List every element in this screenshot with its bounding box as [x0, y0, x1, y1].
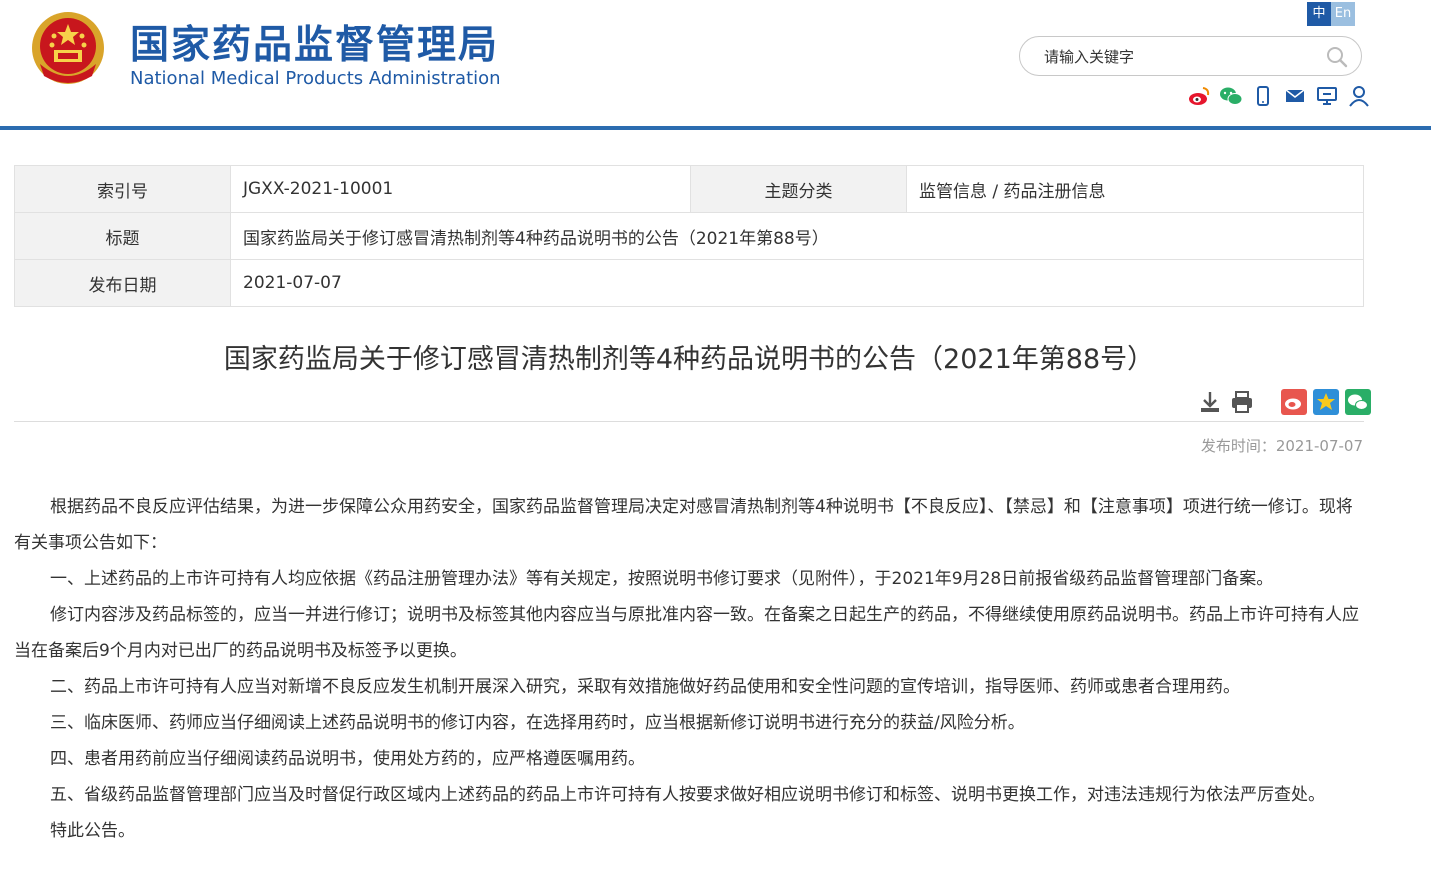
article-meta-table: 索引号 JGXX-2021-10001 主题分类 监管信息 / 药品注册信息 标… — [14, 165, 1364, 307]
language-switch: 中 En — [1307, 2, 1355, 26]
monitor-icon[interactable] — [1315, 84, 1339, 108]
search-input[interactable] — [1042, 45, 1326, 69]
weibo-icon[interactable] — [1187, 84, 1211, 108]
paragraph: 三、临床医师、药师应当仔细阅读上述药品说明书的修订内容，在选择用药时，应当根据新… — [50, 713, 1025, 733]
paragraph: 四、患者用药前应当仔细阅读药品说明书，使用处方药的，应严格遵医嘱用药。 — [50, 749, 645, 769]
site-name-cn[interactable]: 国家药品监督管理局 — [130, 14, 499, 70]
lang-en-button[interactable]: En — [1331, 2, 1355, 26]
share-qzone-icon[interactable] — [1313, 389, 1339, 415]
paragraph: 修订内容涉及药品标签的，应当一并进行修订；说明书及标签其他内容应当与原批准内容一… — [14, 605, 1359, 661]
site-name-en[interactable]: National Medical Products Administration — [130, 68, 501, 89]
wechat-icon[interactable] — [1219, 84, 1243, 108]
search-box — [1019, 36, 1362, 76]
paragraph: 一、上述药品的上市许可持有人均应依据《药品注册管理办法》等有关规定，按照说明书修… — [50, 569, 1274, 589]
title-divider — [14, 421, 1364, 422]
article-toolbar — [1197, 389, 1377, 415]
publish-time: 发布时间：2021-07-07 — [1200, 437, 1363, 455]
title-label: 标题 — [14, 212, 231, 260]
category-value: 监管信息 / 药品注册信息 — [906, 165, 1364, 213]
article-body: 根据药品不良反应评估结果，为进一步保障公众用药安全，国家药品监督管理局决定对感冒… — [14, 489, 1364, 849]
mobile-icon[interactable] — [1251, 84, 1275, 108]
site-header: 国家药品监督管理局 National Medical Products Admi… — [0, 0, 1431, 126]
share-weibo-icon[interactable] — [1281, 389, 1307, 415]
user-icon[interactable] — [1347, 84, 1371, 108]
paragraph: 二、药品上市许可持有人应当对新增不良反应发生机制开展深入研究，采取有效措施做好药… — [50, 677, 1240, 697]
search-icon[interactable] — [1325, 45, 1349, 69]
national-emblem-icon[interactable] — [30, 10, 106, 86]
paragraph: 五、省级药品监督管理部门应当及时督促行政区域内上述药品的药品上市许可持有人按要求… — [50, 785, 1325, 805]
download-icon[interactable] — [1197, 389, 1223, 415]
mail-icon[interactable] — [1283, 84, 1307, 108]
header-divider — [0, 126, 1431, 130]
date-value: 2021-07-07 — [230, 259, 1364, 307]
print-icon[interactable] — [1229, 389, 1255, 415]
article-title: 国家药监局关于修订感冒清热制剂等4种药品说明书的公告（2021年第88号） — [223, 344, 1155, 375]
lang-zh-button[interactable]: 中 — [1307, 2, 1331, 26]
category-label: 主题分类 — [690, 165, 907, 213]
share-wechat-icon[interactable] — [1345, 389, 1371, 415]
paragraph: 特此公告。 — [50, 821, 135, 841]
date-label: 发布日期 — [14, 259, 231, 307]
social-links — [1187, 84, 1371, 108]
title-value: 国家药监局关于修订感冒清热制剂等4种药品说明书的公告（2021年第88号） — [230, 212, 1364, 260]
paragraph: 根据药品不良反应评估结果，为进一步保障公众用药安全，国家药品监督管理局决定对感冒… — [14, 497, 1353, 553]
index-value: JGXX-2021-10001 — [230, 165, 691, 213]
index-label: 索引号 — [14, 165, 231, 213]
